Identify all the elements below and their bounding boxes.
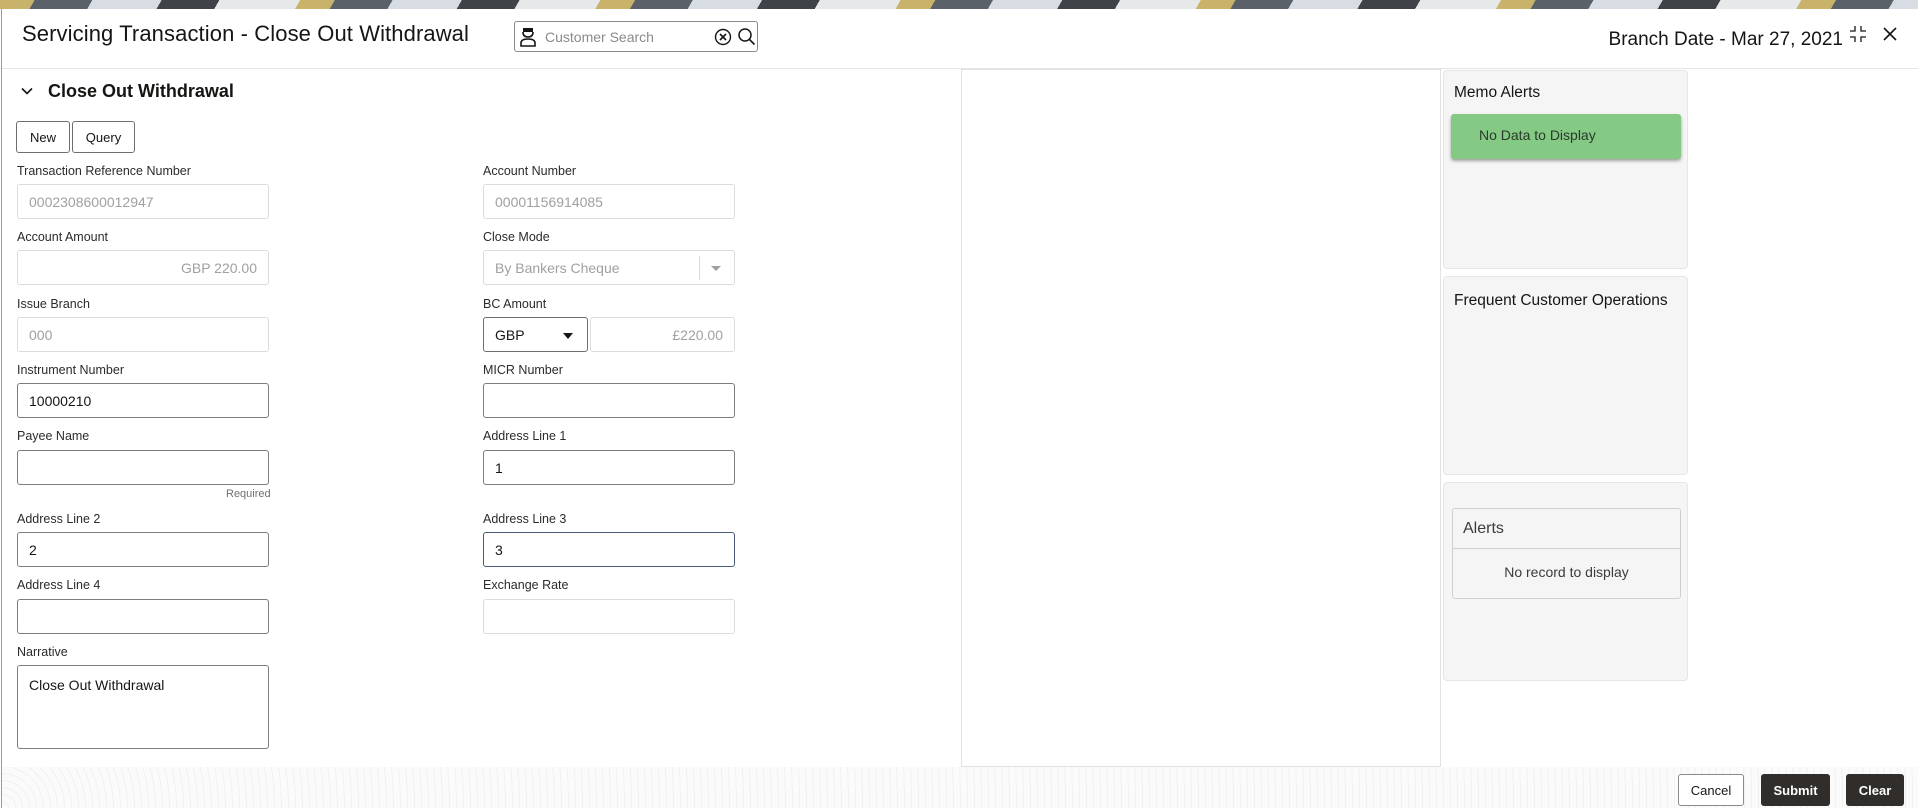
section-header: Close Out Withdrawal: [20, 79, 234, 103]
customer-search-box[interactable]: [514, 21, 758, 52]
footer-background-pattern: [2, 767, 1918, 808]
close-window-icon[interactable]: [1881, 25, 1899, 43]
bc-currency-value: GBP: [495, 327, 525, 343]
caret-down-icon: [711, 266, 721, 271]
transaction-reference-number-field[interactable]: [17, 184, 269, 219]
page-title: Servicing Transaction - Close Out Withdr…: [22, 21, 470, 46]
alerts-panel: Alerts No record to display: [1443, 482, 1688, 681]
servicing-transaction-window: Servicing Transaction - Close Out Withdr…: [1, 9, 1918, 808]
address-line-2-label: Address Line 2: [17, 512, 101, 526]
exchange-rate-field[interactable]: [483, 599, 735, 634]
address-line-4-label: Address Line 4: [17, 578, 101, 592]
address-line-1-label: Address Line 1: [483, 429, 567, 443]
micr-number-field[interactable]: [483, 383, 735, 418]
account-number-label: Account Number: [483, 164, 577, 178]
frequent-customer-operations-title: Frequent Customer Operations: [1454, 292, 1668, 309]
narrative-label: Narrative: [17, 645, 68, 659]
instrument-number-label: Instrument Number: [17, 363, 124, 377]
memo-alerts-empty-banner: No Data to Display: [1451, 114, 1681, 159]
section-title: Close Out Withdrawal: [48, 80, 234, 101]
search-icon[interactable]: [737, 27, 756, 46]
account-number-field[interactable]: [483, 184, 735, 219]
center-content-panel: [961, 69, 1441, 767]
narrative-textarea[interactable]: [17, 665, 269, 749]
memo-alerts-title: Memo Alerts: [1454, 84, 1541, 101]
bc-amount-field[interactable]: [590, 317, 735, 352]
alerts-empty-message: No record to display: [1504, 564, 1629, 580]
frequent-customer-operations-panel: Frequent Customer Operations: [1443, 276, 1688, 475]
clear-search-icon[interactable]: [714, 28, 732, 46]
alerts-table: Alerts No record to display: [1452, 508, 1681, 599]
close-mode-select[interactable]: By Bankers Cheque: [483, 250, 735, 285]
customer-search-input[interactable]: [545, 26, 705, 48]
cancel-button[interactable]: Cancel: [1678, 774, 1744, 806]
payee-name-required-hint: Required: [226, 488, 271, 500]
account-amount-field[interactable]: [17, 250, 269, 285]
address-line-3-label: Address Line 3: [483, 512, 567, 526]
submit-button[interactable]: Submit: [1761, 774, 1830, 806]
address-line-1-field[interactable]: [483, 450, 735, 485]
close-mode-value: By Bankers Cheque: [495, 260, 620, 276]
memo-alerts-panel: Memo Alerts No Data to Display: [1443, 70, 1688, 269]
transaction-reference-number-label: Transaction Reference Number: [17, 164, 191, 178]
instrument-number-field[interactable]: [17, 383, 269, 418]
bc-currency-select[interactable]: GBP: [483, 317, 588, 352]
header: Servicing Transaction - Close Out Withdr…: [2, 9, 1918, 69]
chevron-down-icon[interactable]: [20, 84, 34, 98]
close-mode-label: Close Mode: [483, 230, 550, 244]
address-line-3-field[interactable]: [483, 532, 735, 567]
top-decorative-strip: [0, 0, 1918, 9]
exchange-rate-label: Exchange Rate: [483, 578, 569, 592]
account-amount-label: Account Amount: [17, 230, 109, 244]
alerts-title: Alerts: [1453, 509, 1680, 549]
select-divider: [699, 256, 700, 280]
address-line-2-field[interactable]: [17, 532, 269, 567]
new-button[interactable]: New: [16, 121, 70, 153]
minimize-window-icon[interactable]: [1849, 25, 1867, 43]
branch-date: Branch Date - Mar 27, 2021: [1608, 29, 1843, 50]
payee-name-label: Payee Name: [17, 429, 90, 443]
issue-branch-label: Issue Branch: [17, 297, 90, 311]
micr-number-label: MICR Number: [483, 363, 563, 377]
caret-down-icon: [563, 333, 573, 339]
clear-button[interactable]: Clear: [1846, 774, 1904, 806]
bc-amount-label: BC Amount: [483, 297, 547, 311]
customer-icon: [520, 28, 536, 47]
issue-branch-field[interactable]: [17, 317, 269, 352]
payee-name-field[interactable]: [17, 450, 269, 485]
address-line-4-field[interactable]: [17, 599, 269, 634]
query-button[interactable]: Query: [72, 121, 135, 153]
